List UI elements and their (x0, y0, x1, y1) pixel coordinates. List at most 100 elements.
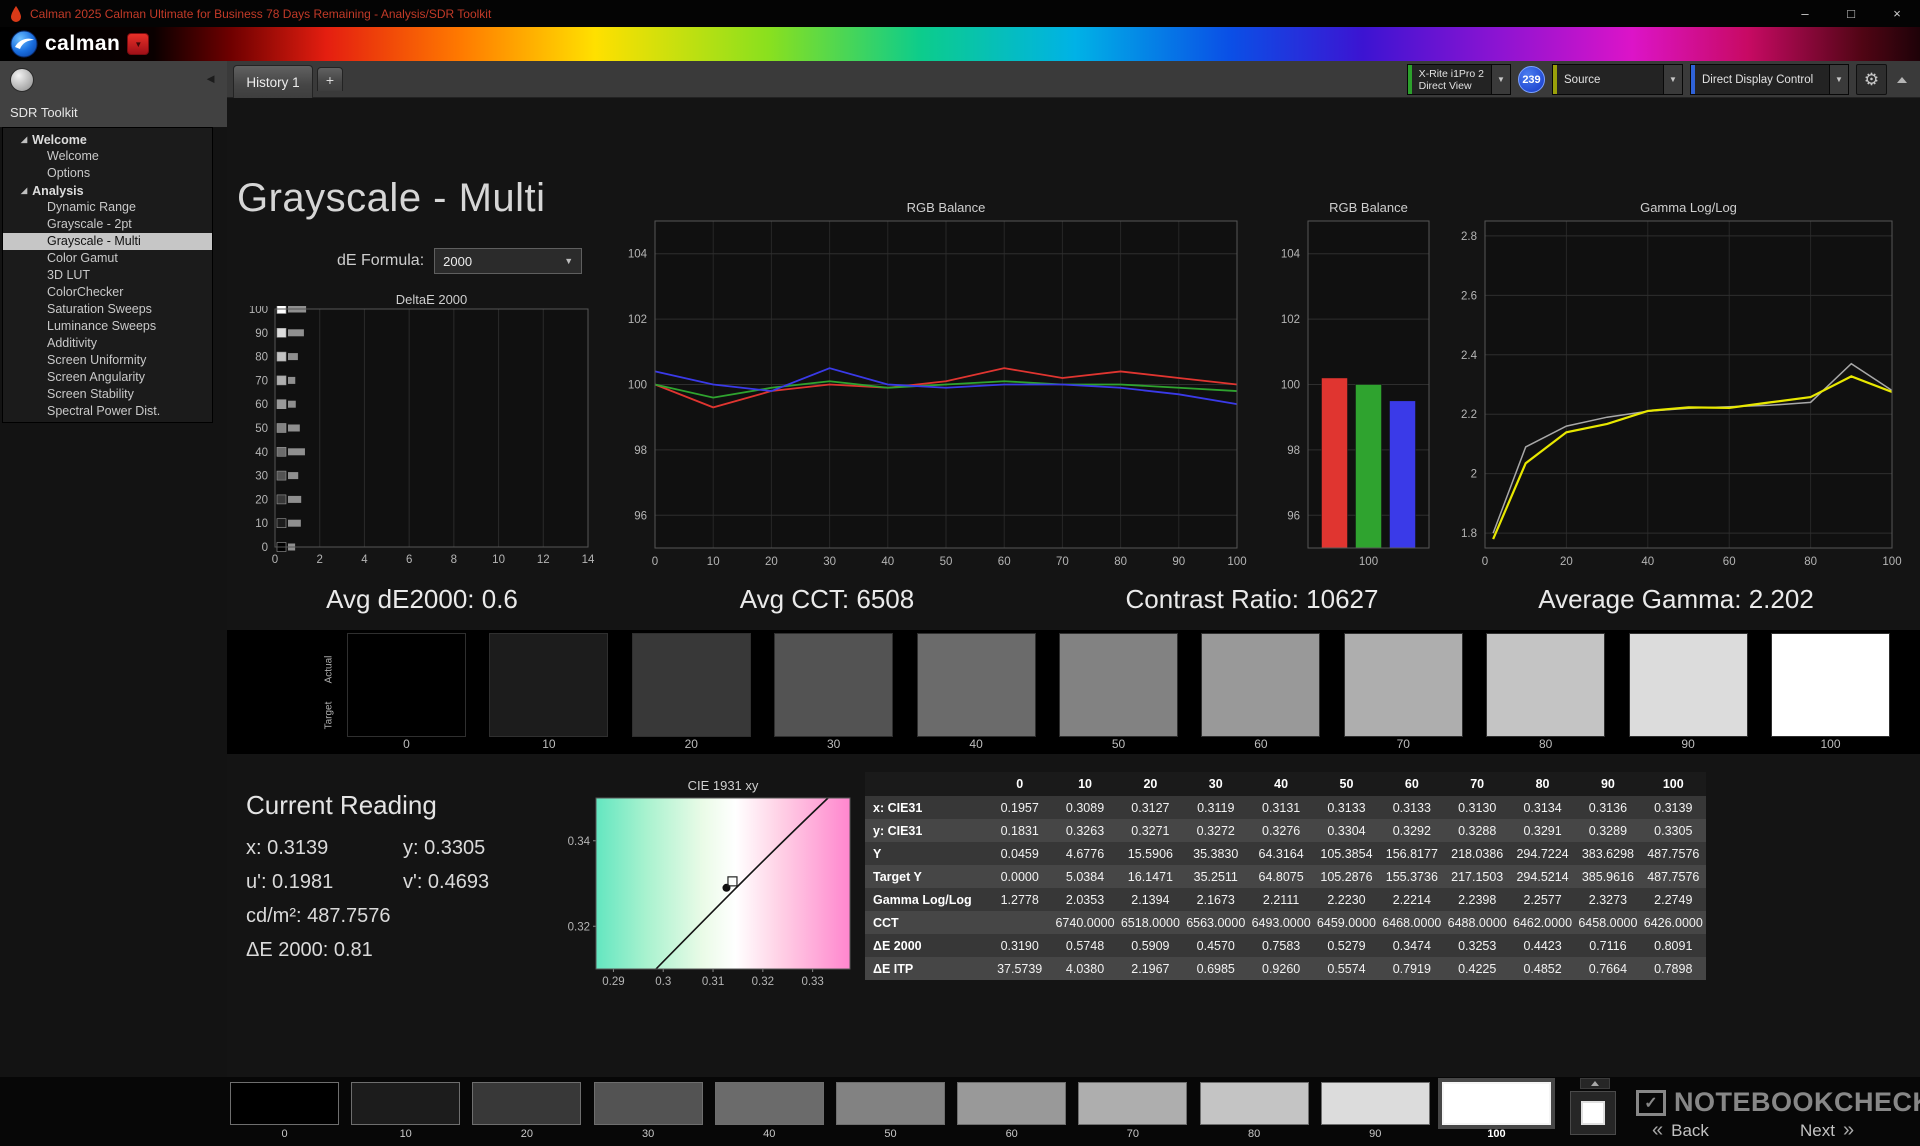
pattern-patch-50[interactable] (836, 1082, 945, 1125)
display-control-dropdown[interactable]: Direct Display Control ▼ (1690, 64, 1849, 95)
reading-row: u': 0.1981v': 0.4693 (246, 871, 489, 905)
pattern-patch-60[interactable] (957, 1082, 1066, 1125)
sidebar-item-options[interactable]: Options (3, 165, 212, 182)
home-button[interactable] (10, 68, 34, 92)
notebookcheck-watermark: ✓ NOTEBOOKCHECK (1636, 1087, 1920, 1118)
sidebar-item-screen-stability[interactable]: Screen Stability (3, 386, 212, 403)
app-flame-icon (10, 6, 22, 22)
svg-text:100: 100 (1359, 556, 1378, 568)
table-col-header: 100 (1641, 772, 1706, 796)
tree-expander-icon: ◢ (21, 135, 27, 144)
maximize-button[interactable]: □ (1828, 0, 1874, 27)
settings-gear-button[interactable]: ⚙ (1856, 64, 1887, 95)
table-cell: 0.3134 (1510, 796, 1575, 819)
minimize-button[interactable]: – (1782, 0, 1828, 27)
sidebar-item-screen-angularity[interactable]: Screen Angularity (3, 369, 212, 386)
table-cell: 0.5279 (1314, 934, 1379, 957)
table-cell: 0.5574 (1314, 957, 1379, 980)
reading-value: cd/m²: 487.7576 (246, 905, 403, 928)
sidebar-item-grayscale-2pt[interactable]: Grayscale - 2pt (3, 216, 212, 233)
tab-history-1[interactable]: History 1 (233, 65, 313, 98)
pattern-patch-100[interactable] (1442, 1082, 1551, 1125)
brand-bar: calman ▼ (0, 27, 1920, 61)
table-cell: 35.2511 (1183, 865, 1248, 888)
meter-dropdown[interactable]: X-Rite i1Pro 2 Direct View ▼ (1407, 64, 1511, 95)
table-row-cct: CCT6740.00006518.00006563.00006493.00006… (865, 911, 1706, 934)
reading-row: ΔE 2000: 0.81 (246, 939, 489, 973)
svg-text:0: 0 (1482, 556, 1488, 568)
pattern-patch-0[interactable] (230, 1082, 339, 1125)
svg-text:104: 104 (1281, 249, 1301, 261)
meter-count-badge[interactable]: 239 (1518, 66, 1545, 93)
pattern-patch-20[interactable] (472, 1082, 581, 1125)
sidebar-item-dynamic-range[interactable]: Dynamic Range (3, 199, 212, 216)
pattern-patch-80[interactable] (1200, 1082, 1309, 1125)
close-button[interactable]: × (1874, 0, 1920, 27)
sidebar-item-welcome[interactable]: Welcome (3, 148, 212, 165)
table-row-x-cie31: x: CIE310.19570.30890.31270.31190.31310.… (865, 796, 1706, 819)
sidebar-item-additivity[interactable]: Additivity (3, 335, 212, 352)
next-button[interactable]: Next » (1800, 1119, 1854, 1142)
meter-dropdown-text: X-Rite i1Pro 2 Direct View (1412, 65, 1491, 94)
svg-text:30: 30 (255, 471, 268, 483)
table-col-header: 60 (1379, 772, 1444, 796)
brand-menu-button[interactable]: ▼ (127, 33, 149, 55)
sidebar-item-color-gamut[interactable]: Color Gamut (3, 250, 212, 267)
chevron-down-icon: ▼ (134, 40, 142, 49)
row-label: y: CIE31 (865, 819, 987, 842)
sidebar-item-screen-uniformity[interactable]: Screen Uniformity (3, 352, 212, 369)
table-cell: 0.1831 (987, 819, 1052, 842)
meter-mode: Direct View (1419, 80, 1484, 92)
pattern-patch-label-100: 100 (1442, 1128, 1551, 1140)
pattern-patch-30[interactable] (594, 1082, 703, 1125)
table-cell: 294.7224 (1510, 842, 1575, 865)
gray-swatch-80 (1486, 633, 1605, 737)
swatch-label-80: 80 (1486, 737, 1605, 751)
pattern-bar: ✓ NOTEBOOKCHECK « Back Next » 0102030405… (0, 1077, 1920, 1146)
de-formula-select[interactable]: 2000 ▼ (434, 248, 582, 274)
svg-text:80: 80 (1804, 556, 1817, 568)
sidebar-item-grayscale-multi[interactable]: Grayscale - Multi (3, 233, 212, 250)
pattern-patch-90[interactable] (1321, 1082, 1430, 1125)
table-cell: 64.3164 (1248, 842, 1313, 865)
svg-text:2.8: 2.8 (1461, 231, 1477, 243)
pattern-patch-10[interactable] (351, 1082, 460, 1125)
tree-section-analysis[interactable]: ◢Analysis (3, 182, 212, 199)
tree-section-welcome[interactable]: ◢Welcome (3, 131, 212, 148)
table-cell: 6563.0000 (1183, 911, 1248, 934)
sidebar-collapse-button[interactable]: ◄ (204, 71, 217, 86)
display-control-label: Direct Display Control (1702, 74, 1822, 86)
sidebar-header: ◄ SDR Toolkit (0, 61, 227, 127)
sidebar-item-luminance-sweeps[interactable]: Luminance Sweeps (3, 318, 212, 335)
table-row-y: Y0.04594.677615.590635.383064.3164105.38… (865, 842, 1706, 865)
sidebar-item-spectral-power-dist[interactable]: Spectral Power Dist. (3, 403, 212, 420)
window-controls: – □ × (1782, 0, 1920, 27)
table-header-row: 0102030405060708090100 (865, 772, 1706, 796)
back-button[interactable]: « Back (1652, 1119, 1709, 1142)
table-cell: 1.2778 (987, 888, 1052, 911)
source-dropdown[interactable]: Source ▼ (1552, 64, 1683, 95)
pattern-patch-40[interactable] (715, 1082, 824, 1125)
table-row-e-itp: ΔE ITP37.57394.03802.19670.69850.92600.5… (865, 957, 1706, 980)
pattern-patch-70[interactable] (1078, 1082, 1187, 1125)
svg-text:100: 100 (1882, 556, 1901, 568)
table-cell: 6458.0000 (1575, 911, 1640, 934)
pattern-patch-label-90: 90 (1321, 1128, 1430, 1140)
row-label: CCT (865, 911, 987, 934)
sidebar-item-3d-lut[interactable]: 3D LUT (3, 267, 212, 284)
collapse-panel-button[interactable] (1894, 64, 1910, 95)
sidebar-item-colorchecker[interactable]: ColorChecker (3, 284, 212, 301)
pattern-window-button[interactable] (1570, 1091, 1616, 1135)
reading-row: x: 0.3139y: 0.3305 (246, 837, 489, 871)
chart-title: DeltaE 2000 (275, 292, 588, 306)
sidebar-item-saturation-sweeps[interactable]: Saturation Sweeps (3, 301, 212, 318)
svg-text:0.32: 0.32 (568, 921, 590, 933)
svg-text:0.34: 0.34 (568, 836, 591, 848)
add-tab-button[interactable]: + (317, 67, 343, 91)
pattern-patch-label-80: 80 (1200, 1128, 1309, 1140)
svg-text:50: 50 (255, 423, 268, 435)
svg-text:96: 96 (1287, 510, 1300, 522)
table-cell: 0.1957 (987, 796, 1052, 819)
expand-pattern-tray-button[interactable] (1580, 1078, 1610, 1089)
table-cell: 487.7576 (1641, 865, 1706, 888)
